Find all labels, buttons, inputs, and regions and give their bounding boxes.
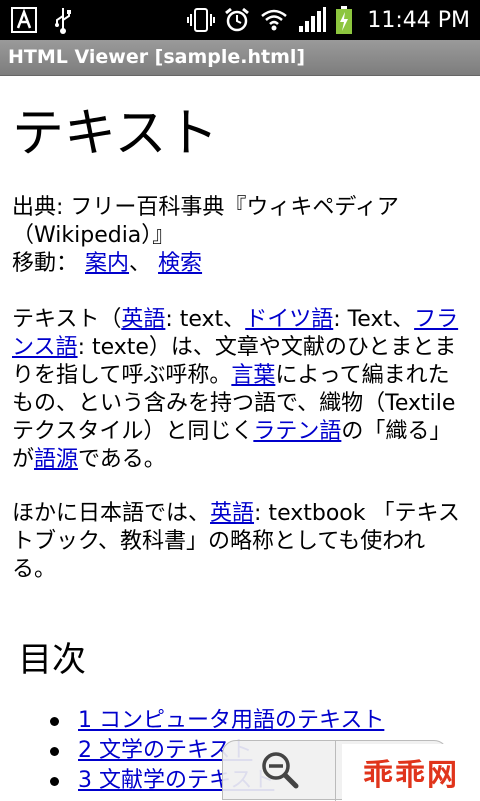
text-segment: テキスト（ — [12, 307, 122, 332]
link-german[interactable]: ドイツ語 — [245, 307, 333, 332]
alarm-icon — [223, 6, 251, 34]
link-words[interactable]: 言葉 — [231, 363, 275, 388]
nav-link-guide[interactable]: 案内 — [85, 251, 129, 276]
intro-paragraph: テキスト（英語: text、ドイツ語: Text、フランス語: texte）は、… — [12, 306, 462, 474]
nav-separator: 、 — [129, 251, 152, 276]
usb-icon — [52, 6, 74, 34]
watermark-logo: 乖乖网 — [342, 744, 480, 800]
nav-link-search[interactable]: 検索 — [158, 251, 202, 276]
signal-icon — [297, 6, 327, 34]
nav-prefix: 移動： — [12, 251, 79, 276]
toc-item: 1 コンピュータ用語のテキスト — [0, 706, 384, 736]
zoom-out-button[interactable] — [223, 741, 335, 801]
app-title-bar: HTML Viewer [sample.html] — [0, 40, 480, 76]
toc-link-1[interactable]: 1 コンピュータ用語のテキスト — [78, 708, 384, 733]
source-note: 出典: フリー百科事典『ウィキペディア（Wikipedia）』 移動： 案内、 … — [12, 194, 462, 278]
app-title: HTML Viewer [sample.html] — [8, 46, 306, 68]
vibrate-icon — [187, 6, 216, 34]
status-bar: 11:44 PM — [0, 0, 480, 40]
status-right: 11:44 PM — [187, 0, 470, 40]
status-left — [10, 6, 74, 34]
page-title: テキスト — [12, 104, 219, 164]
wifi-icon — [259, 6, 289, 34]
text-segment: : text、 — [165, 307, 246, 332]
battery-charging-icon — [335, 5, 353, 35]
watermark-text: 乖乖网 — [363, 758, 459, 793]
text-segment: : Text、 — [333, 307, 415, 332]
link-english-2[interactable]: 英語 — [210, 501, 254, 526]
text-segment: である。 — [78, 447, 166, 472]
web-content[interactable]: テキスト 出典: フリー百科事典『ウィキペディア（Wikipedia）』 移動：… — [0, 76, 480, 800]
toc-heading: 目次 — [18, 640, 86, 680]
link-etymology[interactable]: 語源 — [34, 447, 78, 472]
link-english[interactable]: 英語 — [121, 307, 165, 332]
text-segment: ほかに日本語では、 — [12, 501, 211, 526]
link-latin[interactable]: ラテン語 — [253, 419, 341, 444]
zoom-out-icon — [259, 749, 299, 793]
second-paragraph: ほかに日本語では、英語: textbook 「テキストブック、教科書」の略称とし… — [12, 500, 462, 584]
font-a-icon — [10, 6, 38, 34]
status-time: 11:44 PM — [367, 7, 470, 33]
source-line: 出典: フリー百科事典『ウィキペディア（Wikipedia）』 — [12, 195, 399, 248]
